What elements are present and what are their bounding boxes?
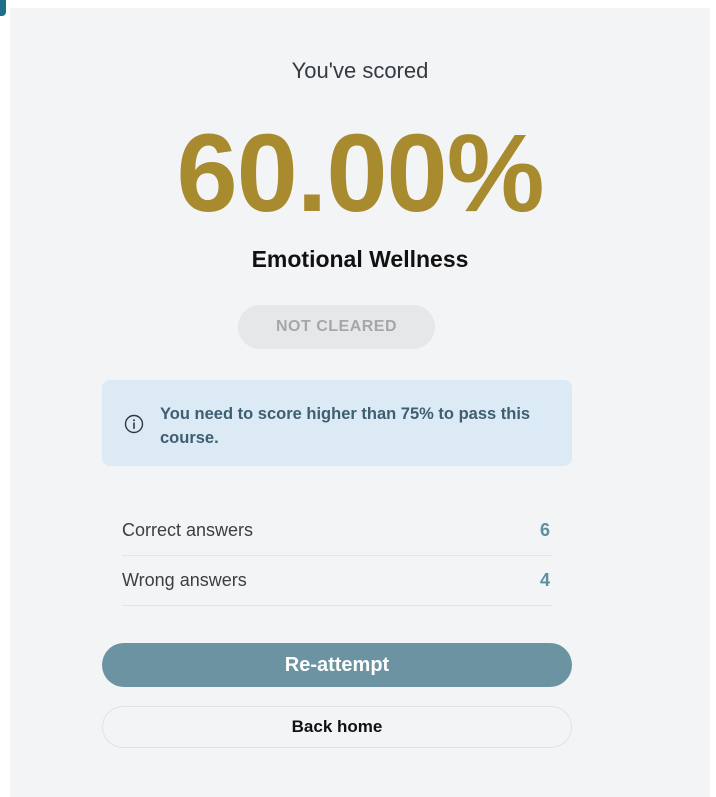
stat-row-correct: Correct answers 6 — [122, 506, 552, 556]
reattempt-button[interactable]: Re-attempt — [102, 643, 572, 687]
stat-value: 4 — [539, 570, 550, 590]
status-badge: NOT CLEARED — [238, 305, 435, 349]
info-message: You need to score higher than 75% to pas… — [160, 405, 531, 447]
stat-label: Correct answers — [122, 520, 254, 540]
corner-decoration — [0, 0, 6, 16]
answer-stats: Correct answers 6 Wrong answers 4 — [122, 506, 552, 606]
stat-value: 6 — [539, 520, 550, 540]
result-screen: You've scored 60.00% Emotional Wellness … — [10, 8, 710, 797]
info-banner: You need to score higher than 75% to pas… — [102, 380, 572, 466]
stat-row-wrong: Wrong answers 4 — [122, 556, 552, 606]
course-title: Emotional Wellness — [251, 246, 469, 272]
info-circle-icon — [124, 414, 144, 434]
score-percentage: 60.00% — [176, 112, 544, 235]
stat-label: Wrong answers — [122, 570, 247, 590]
back-home-button[interactable]: Back home — [102, 706, 572, 748]
score-subtitle: You've scored — [291, 58, 429, 83]
